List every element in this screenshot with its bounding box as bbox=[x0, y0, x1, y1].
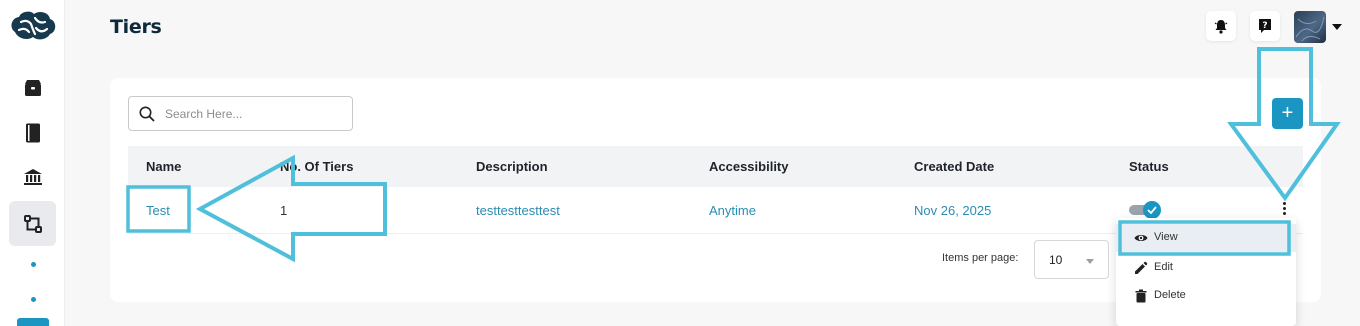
menu-item-edit[interactable]: Edit bbox=[1116, 254, 1296, 282]
add-tier-button[interactable]: + bbox=[1272, 98, 1303, 129]
menu-item-view-label: View bbox=[1154, 231, 1178, 243]
status-toggle[interactable] bbox=[1129, 201, 1161, 219]
tier-accessibility: Anytime bbox=[709, 203, 756, 218]
menu-item-edit-label: Edit bbox=[1154, 261, 1173, 273]
brain-logo-icon[interactable] bbox=[8, 9, 57, 43]
box-icon[interactable] bbox=[21, 77, 45, 99]
items-per-page-select[interactable]: 10 bbox=[1034, 240, 1109, 279]
column-header-name[interactable]: Name bbox=[146, 159, 181, 174]
trash-icon bbox=[1135, 289, 1147, 303]
menu-item-view[interactable]: View bbox=[1116, 224, 1296, 252]
plus-icon: + bbox=[1281, 102, 1294, 124]
tier-created-date: Nov 26, 2025 bbox=[914, 203, 992, 218]
items-per-page-label: Items per page: bbox=[942, 252, 1019, 264]
menu-item-delete-label: Delete bbox=[1154, 289, 1186, 301]
column-header-description[interactable]: Description bbox=[476, 159, 548, 174]
help-icon: ? bbox=[1259, 19, 1271, 33]
workflow-icon bbox=[23, 214, 42, 233]
row-actions-menu: View Edit Delete bbox=[1116, 218, 1296, 326]
sidebar-item-partial[interactable] bbox=[17, 318, 49, 326]
items-per-page-value: 10 bbox=[1049, 253, 1063, 267]
sidebar-item-tiers[interactable] bbox=[9, 201, 56, 246]
row-actions-kebab-icon[interactable] bbox=[1281, 202, 1287, 218]
column-header-created-date[interactable]: Created Date bbox=[914, 159, 994, 174]
search-icon bbox=[139, 106, 155, 122]
search-input[interactable] bbox=[165, 104, 345, 124]
bell-icon bbox=[1214, 19, 1228, 34]
notifications-button[interactable] bbox=[1206, 11, 1236, 41]
chevron-down-icon bbox=[1086, 259, 1094, 264]
help-button[interactable]: ? bbox=[1250, 11, 1280, 41]
tier-description: testtesttesttest bbox=[476, 203, 560, 218]
sidebar-dot bbox=[31, 297, 36, 302]
column-header-status[interactable]: Status bbox=[1129, 159, 1169, 174]
account-menu-caret[interactable] bbox=[1332, 24, 1342, 30]
check-icon bbox=[1147, 206, 1157, 214]
column-header-accessibility[interactable]: Accessibility bbox=[709, 159, 789, 174]
search-box bbox=[128, 96, 353, 131]
pencil-icon bbox=[1135, 261, 1148, 274]
avatar[interactable] bbox=[1294, 11, 1326, 43]
eye-icon bbox=[1134, 235, 1148, 241]
menu-item-delete[interactable]: Delete bbox=[1116, 282, 1296, 310]
svg-text:?: ? bbox=[1262, 21, 1267, 31]
bank-icon[interactable] bbox=[21, 166, 45, 188]
page-title: Tiers bbox=[110, 16, 162, 38]
tier-name-link[interactable]: Test bbox=[146, 203, 170, 218]
book-icon[interactable] bbox=[21, 121, 45, 145]
sidebar bbox=[0, 0, 65, 326]
tier-count: 1 bbox=[280, 203, 288, 218]
sidebar-dot bbox=[31, 262, 36, 267]
column-header-tiers[interactable]: No. Of Tiers bbox=[280, 159, 353, 174]
